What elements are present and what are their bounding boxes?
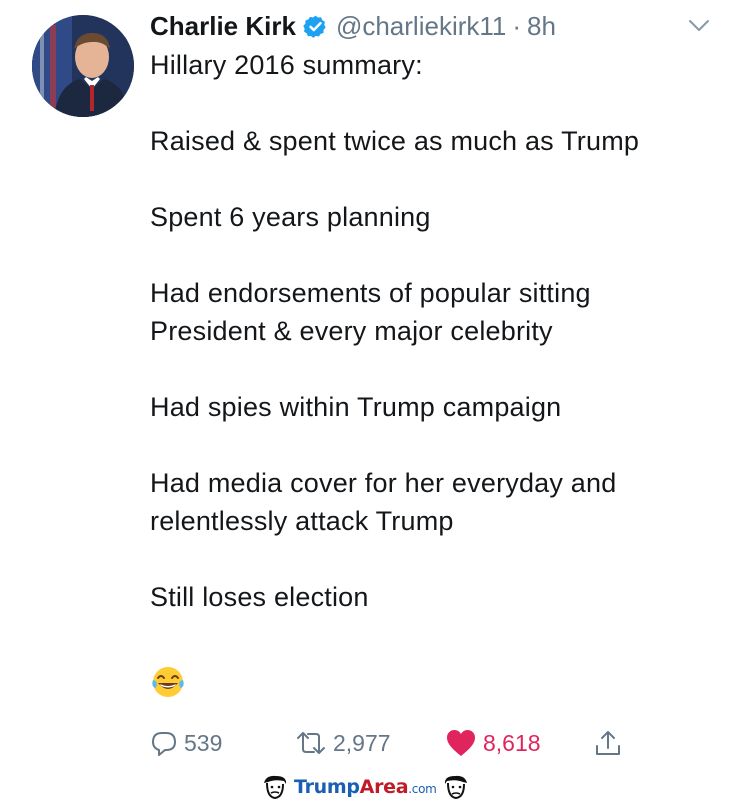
tweet-line: [150, 84, 725, 122]
tweet-line: Spent 6 years planning: [150, 202, 431, 232]
tweet-line: relentlessly attack Trump: [150, 506, 454, 536]
retweet-icon: [297, 732, 325, 754]
like-button[interactable]: 8,618: [445, 725, 541, 761]
caricature-face-icon: [264, 775, 287, 800]
watermark-text: TrumpArea.com: [294, 776, 437, 798]
reply-count: 539: [184, 729, 223, 756]
tweet-actions: 539 2,977 8,618: [150, 725, 630, 761]
tweet-line: President & every major celebrity: [150, 316, 553, 346]
tweet-line: [150, 350, 725, 388]
tweet-line: Hillary 2016 summary:: [150, 50, 423, 80]
retweet-count: 2,977: [333, 729, 391, 756]
header-separator: ·: [512, 10, 522, 41]
retweet-button[interactable]: 2,977: [295, 725, 391, 761]
avatar[interactable]: [32, 15, 134, 117]
tweet-line: Had media cover for her everyday and: [150, 468, 617, 498]
tweet-line: [150, 540, 725, 578]
like-count: 8,618: [483, 729, 541, 756]
avatar-image: [32, 15, 134, 117]
tweet-line: Raised & spent twice as much as Trump: [150, 126, 640, 156]
tears-of-joy-emoji-icon: [152, 667, 184, 697]
tweet-header: Charlie Kirk @charliekirk11 · 8h: [150, 8, 556, 44]
chevron-down-icon[interactable]: [688, 18, 710, 34]
caricature-face-icon: [444, 775, 467, 800]
reply-button[interactable]: 539: [150, 725, 222, 761]
tweet-line: Had spies within Trump campaign: [150, 392, 562, 422]
tweet-line: [150, 236, 725, 274]
author-name[interactable]: Charlie Kirk: [150, 11, 296, 42]
share-button[interactable]: [593, 725, 623, 761]
tweet-time[interactable]: 8h: [527, 11, 556, 42]
watermark: TrumpArea.com: [260, 772, 471, 802]
tweet-text: Hillary 2016 summary: Raised & spent twi…: [150, 46, 725, 616]
reply-icon: [152, 732, 176, 756]
tweet-line: [150, 160, 725, 198]
tweet-line: Still loses election: [150, 582, 369, 612]
tweet-line: [150, 426, 725, 464]
tweet-line: Had endorsements of popular sitting: [150, 278, 591, 308]
author-handle[interactable]: @charliekirk11: [336, 11, 506, 42]
verified-badge-icon: [303, 15, 326, 38]
heart-icon: [447, 730, 475, 756]
share-icon: [596, 731, 620, 755]
